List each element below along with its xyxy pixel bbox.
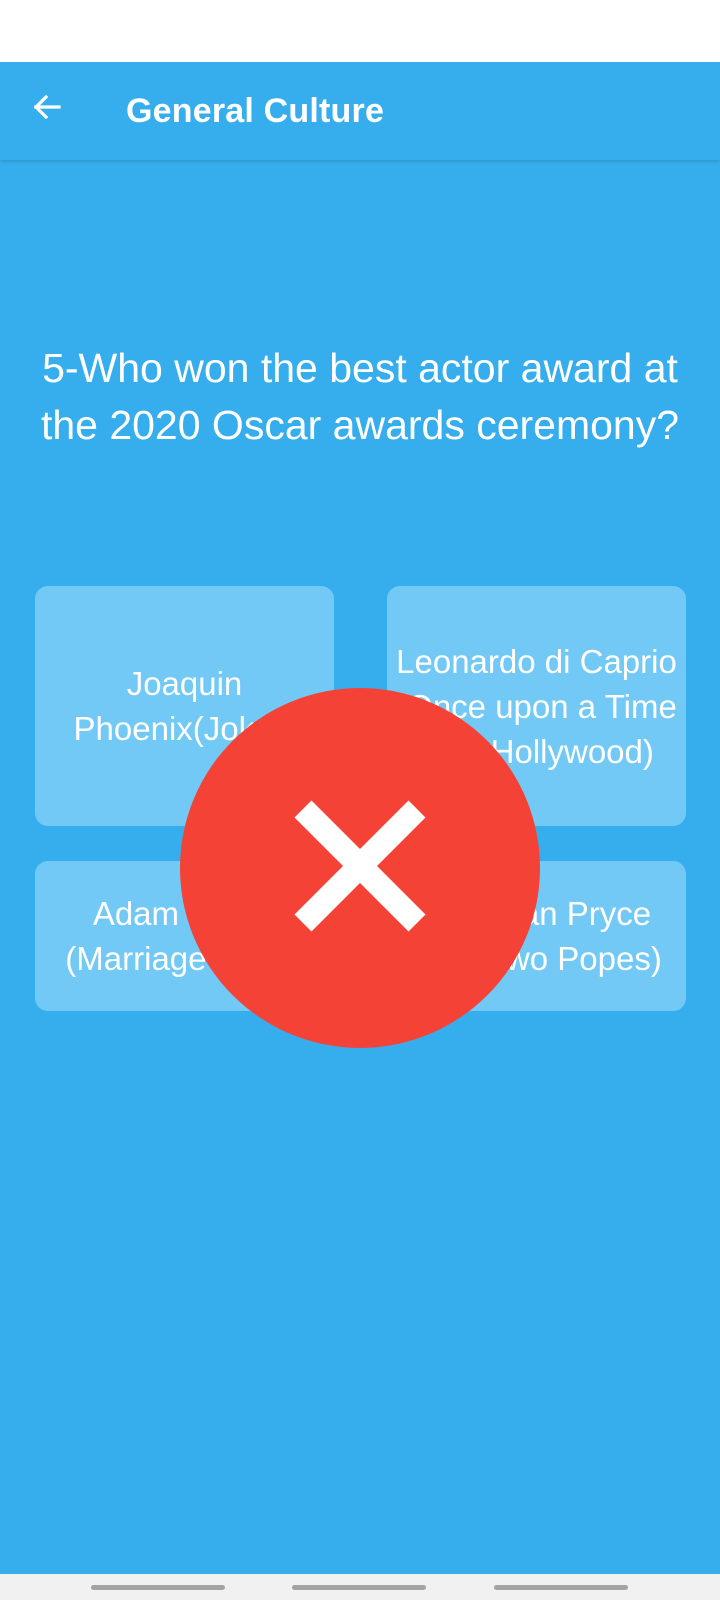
quiz-screen: General Culture 5-Who won the best actor… xyxy=(0,0,720,1600)
page-title: General Culture xyxy=(126,92,385,130)
status-bar xyxy=(0,0,720,62)
nav-handle[interactable] xyxy=(494,1585,628,1590)
question-text: 5-Who won the best actor award at the 20… xyxy=(40,345,680,448)
system-navigation-bar xyxy=(0,1574,720,1600)
arrow-left-icon xyxy=(32,92,62,122)
wrong-answer-badge xyxy=(180,688,540,1048)
close-icon xyxy=(285,791,435,946)
app-bar: General Culture xyxy=(0,62,720,160)
nav-handle[interactable] xyxy=(91,1585,225,1590)
back-button[interactable] xyxy=(18,78,76,136)
nav-handle[interactable] xyxy=(292,1585,426,1590)
